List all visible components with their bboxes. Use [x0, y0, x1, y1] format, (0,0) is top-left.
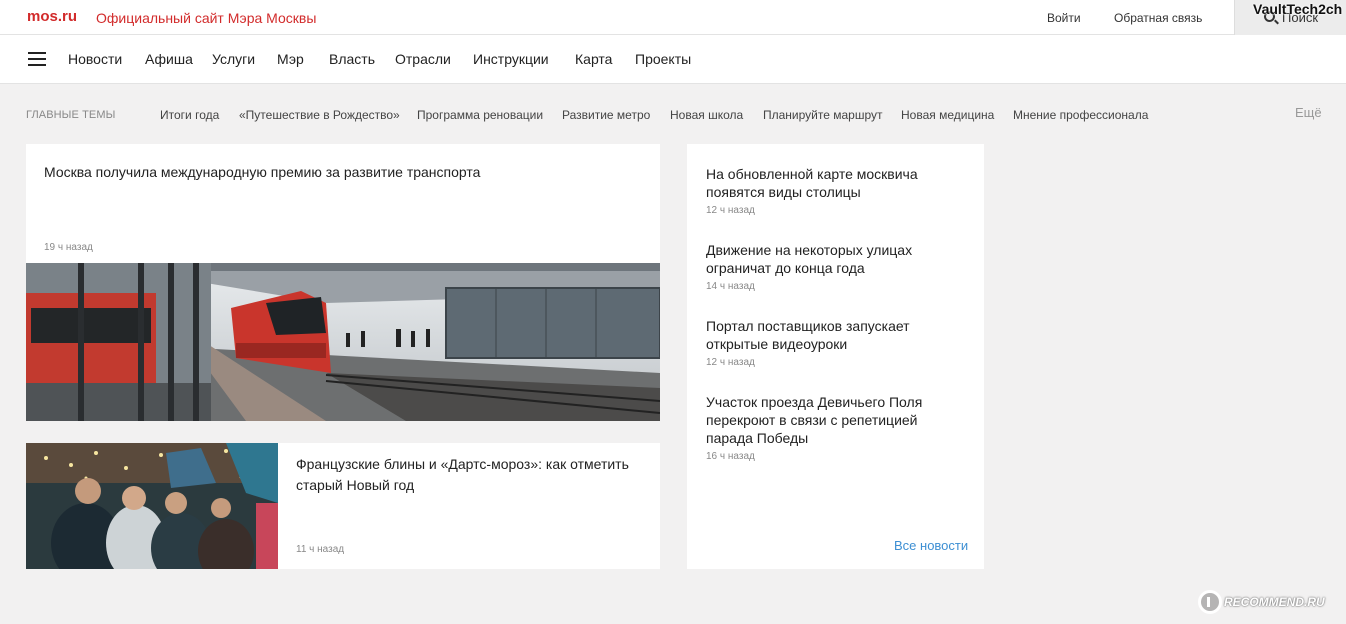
topic-link[interactable]: Мнение профессионала: [1013, 108, 1148, 122]
train-station-photo[interactable]: [26, 263, 660, 421]
nav-item-news[interactable]: Новости: [68, 51, 122, 67]
nav-item-instructions[interactable]: Инструкции: [473, 51, 549, 67]
site-subtitle[interactable]: Официальный сайт Мэра Москвы: [96, 10, 316, 26]
topic-link[interactable]: Итоги года: [160, 108, 219, 122]
menu-icon[interactable]: [28, 52, 46, 66]
list-item[interactable]: Движение на некоторых улицах ограничат д…: [706, 241, 966, 292]
nav-item-industries[interactable]: Отрасли: [395, 51, 451, 67]
nav-item-mayor[interactable]: Мэр: [277, 51, 304, 67]
second-news-time: 11 ч назад: [296, 544, 345, 555]
recommend-logo-icon: [1198, 590, 1222, 614]
more-topics-link[interactable]: Ещё: [1295, 105, 1322, 120]
list-item[interactable]: Портал поставщиков запускает открытые ви…: [706, 317, 966, 368]
nav-item-afisha[interactable]: Афиша: [145, 51, 193, 67]
side-news-list: На обновленной карте москвича появятся в…: [687, 144, 984, 569]
login-link[interactable]: Войти: [1047, 11, 1081, 25]
nav-item-projects[interactable]: Проекты: [635, 51, 691, 67]
recommend-text: RECOMMEND.RU: [1224, 595, 1325, 609]
side-news-title[interactable]: На обновленной карте москвича появятся в…: [706, 165, 966, 201]
main-nav: Новости Афиша Услуги Мэр Власть Отрасли …: [0, 35, 1346, 84]
main-news-card[interactable]: Москва получила международную премию за …: [26, 144, 660, 421]
side-news-time: 14 ч назад: [706, 281, 755, 292]
nav-item-government[interactable]: Власть: [329, 51, 375, 67]
side-news-title[interactable]: Участок проезда Девичьего Поля перекроют…: [706, 393, 966, 447]
feedback-link[interactable]: Обратная связь: [1114, 11, 1202, 25]
second-news-title[interactable]: Французские блины и «Дартс-мороз»: как о…: [296, 454, 646, 496]
topic-link[interactable]: Программа реновации: [417, 108, 543, 122]
festival-photo[interactable]: [26, 443, 278, 569]
nav-item-map[interactable]: Карта: [575, 51, 612, 67]
site-logo[interactable]: mos.ru: [27, 8, 77, 25]
side-news-time: 16 ч назад: [706, 451, 755, 462]
topic-link[interactable]: Новая школа: [670, 108, 743, 122]
main-news-title[interactable]: Москва получила международную премию за …: [44, 163, 480, 181]
topic-link[interactable]: Развитие метро: [562, 108, 650, 122]
topic-link[interactable]: «Путешествие в Рождество»: [239, 108, 400, 122]
list-item[interactable]: Участок проезда Девичьего Поля перекроют…: [706, 393, 966, 462]
top-bar: mos.ru Официальный сайт Мэра Москвы Войт…: [0, 0, 1346, 35]
main-news-time: 19 ч назад: [44, 242, 93, 253]
second-news-card[interactable]: Французские блины и «Дартс-мороз»: как о…: [26, 443, 660, 569]
list-item[interactable]: На обновленной карте москвича появятся в…: [706, 165, 966, 216]
all-news-link[interactable]: Все новости: [894, 538, 968, 553]
topic-link[interactable]: Планируйте маршрут: [763, 108, 883, 122]
topic-link[interactable]: Новая медицина: [901, 108, 994, 122]
side-news-time: 12 ч назад: [706, 357, 755, 368]
side-news-title[interactable]: Портал поставщиков запускает открытые ви…: [706, 317, 966, 353]
nav-item-services[interactable]: Услуги: [212, 51, 255, 67]
side-news-title[interactable]: Движение на некоторых улицах ограничат д…: [706, 241, 966, 277]
topics-label: ГЛАВНЫЕ ТЕМЫ: [26, 109, 116, 121]
side-news-time: 12 ч назад: [706, 205, 755, 216]
watermark-text: VaultTech2ch: [1253, 1, 1343, 17]
